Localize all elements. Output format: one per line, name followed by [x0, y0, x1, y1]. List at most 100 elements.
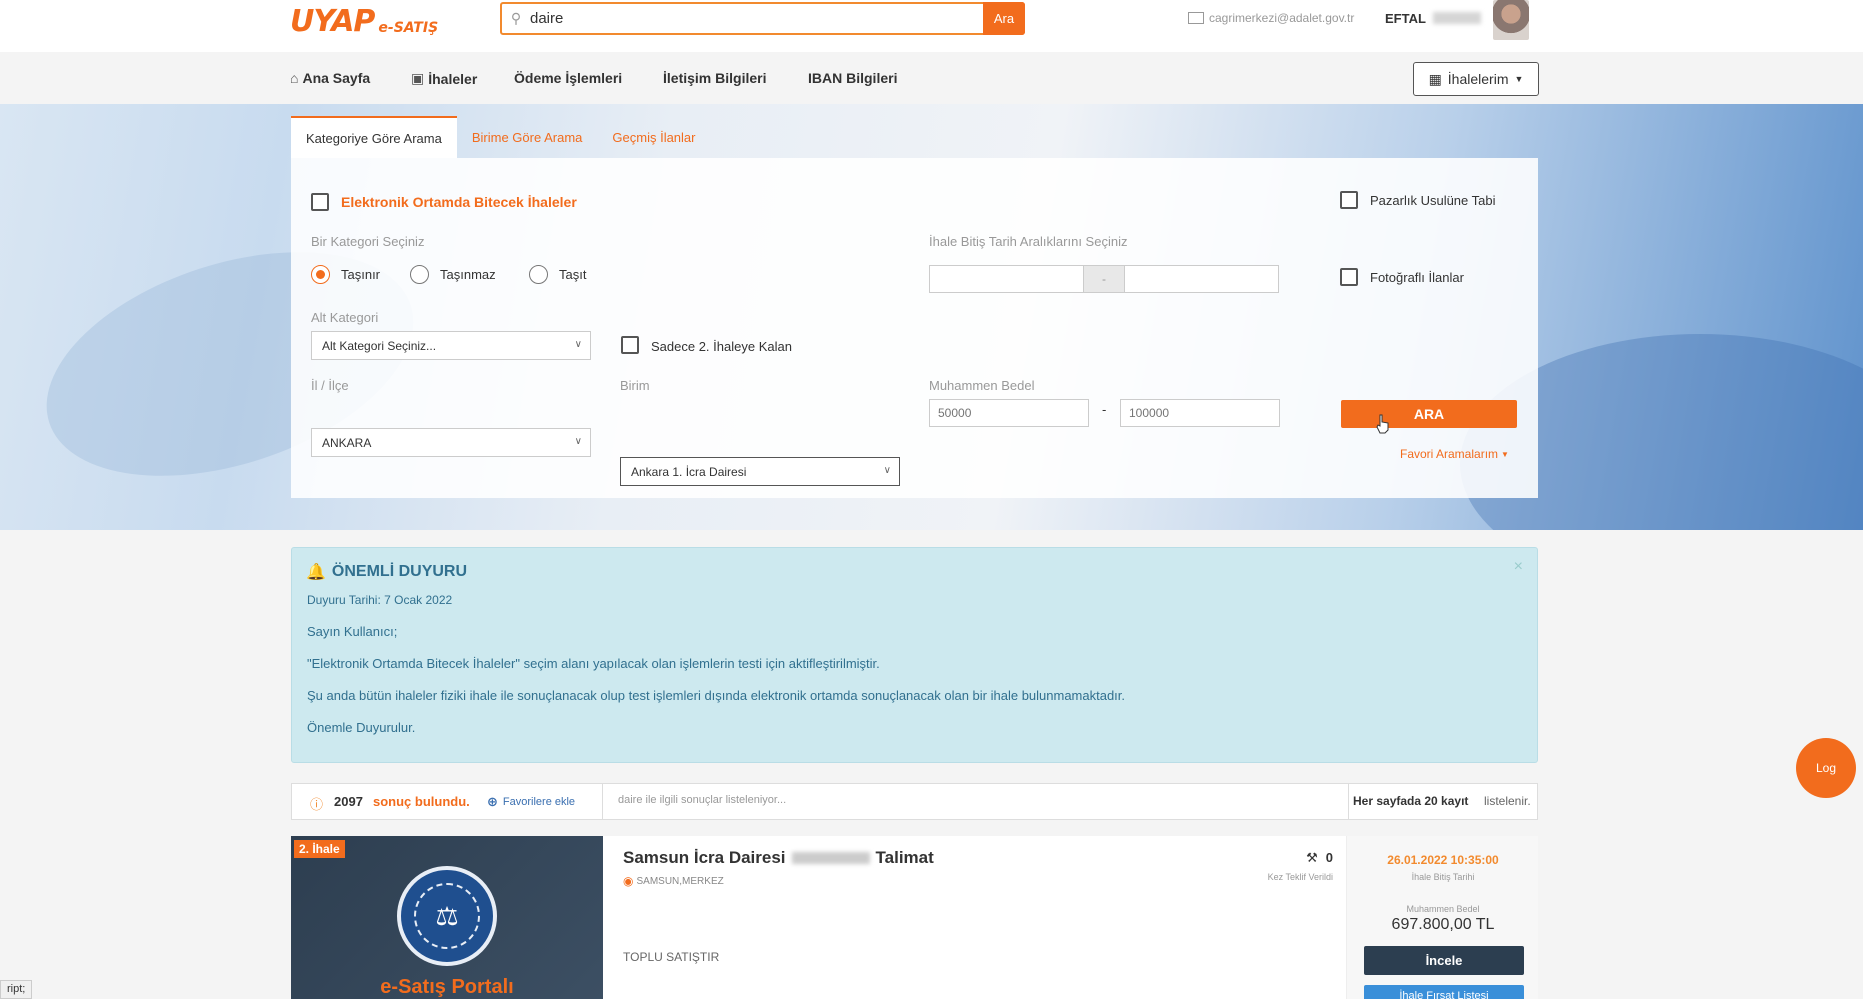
offer-count-value: 0 [1325, 850, 1333, 865]
subcategory-select[interactable]: Alt Kategori Seçiniz... ∨ [311, 331, 591, 360]
hand-cursor-icon [1376, 414, 1389, 434]
auction-title-prefix: Samsun İcra Dairesi [623, 848, 786, 867]
auction-file-number-blurred [791, 852, 870, 864]
favorite-searches-link[interactable]: Favori Aramalarım ▼ [1400, 447, 1509, 461]
radio-immovable-label: Taşınmaz [440, 267, 496, 282]
electronic-label: Elektronik Ortamda Bitecek İhaleler [341, 194, 577, 210]
search-panel: Elektronik Ortamda Bitecek İhaleler Paza… [291, 158, 1538, 498]
auction-side-panel: 26.01.2022 10:35:00 İhale Bitiş Tarihi M… [1346, 836, 1538, 999]
estimated-price: 697.800,00 TL [1391, 916, 1495, 933]
contact-email[interactable]: cagrimerkezi@adalet.gov.tr [1188, 11, 1354, 25]
bell-icon: 🔔 [306, 564, 326, 581]
chevron-down-icon: ▼ [1514, 74, 1524, 84]
divider [602, 784, 603, 819]
calendar-icon: ▦ [1428, 70, 1442, 87]
date-separator: - [1084, 265, 1124, 293]
map-pin-icon: ◉ [623, 874, 634, 888]
scales-icon: ⚖ [414, 883, 480, 949]
top-header: UYAP e-SATIŞ ⚲ Ara cagrimerkezi@adalet.g… [0, 0, 1863, 52]
chevron-down-icon: ∨ [883, 465, 891, 476]
ministry-seal-icon: ⚖ [397, 866, 497, 966]
auction-round-badge: 2. İhale [294, 840, 345, 858]
estimate-separator: - [1102, 402, 1107, 417]
nav-contact[interactable]: İletişim Bilgileri [663, 70, 766, 86]
unit-value: Ankara 1. İcra Dairesi [631, 464, 747, 479]
divider [1348, 784, 1349, 819]
province-select[interactable]: ANKARA ∨ [311, 428, 591, 457]
add-favorites-label: Favorilere ekle [502, 796, 576, 808]
email-text: cagrimerkezi@adalet.gov.tr [1209, 11, 1355, 25]
chevron-down-icon: ∨ [574, 339, 582, 350]
date-end-input[interactable] [1124, 265, 1279, 293]
result-count: 2097 [334, 794, 363, 809]
electronic-checkbox[interactable] [311, 193, 329, 211]
offer-count-block: ⚒ 0 Kez Teklif Verildi [1253, 850, 1333, 882]
home-icon: ⌂ [290, 70, 299, 86]
cube-icon: ▣ [411, 70, 425, 86]
filter-search-button[interactable]: ARA [1341, 400, 1517, 428]
estimate-label: Muhammen Bedel [929, 378, 1035, 393]
per-page-text[interactable]: Her sayfada 20 kayıt [1353, 794, 1468, 808]
tab-past-listings[interactable]: Geçmiş İlanlar [597, 116, 710, 158]
nav-home-label: Ana Sayfa [302, 70, 371, 86]
avatar[interactable] [1493, 0, 1529, 40]
auction-list-button[interactable]: İhale Fırsat Listesi [1364, 985, 1524, 999]
auction-description: TOPLU SATIŞTIR [623, 950, 720, 964]
estimate-max-input[interactable] [1120, 399, 1280, 427]
my-bids-button[interactable]: ▦ İhalelerim ▼ [1413, 62, 1539, 96]
unit-select[interactable]: Ankara 1. İcra Dairesi ∨ [620, 457, 900, 486]
search-input[interactable] [530, 4, 1023, 33]
auction-location-text: SAMSUN,MERKEZ [636, 875, 724, 887]
second-auction-checkbox[interactable] [621, 336, 639, 354]
estimated-price-label: Muhammen Bedel [1406, 904, 1480, 914]
radio-vehicle[interactable] [529, 265, 548, 284]
radio-vehicle-label: Taşıt [559, 267, 587, 282]
nav-auctions[interactable]: ▣ İhaleler [411, 70, 477, 87]
log-floating-button[interactable]: Log [1796, 738, 1856, 798]
notice-title-text: ÖNEMLİ DUYURU [331, 563, 468, 580]
province-value: ANKARA [322, 435, 372, 450]
radio-immovable[interactable] [410, 265, 429, 284]
favorite-searches-label: Favori Aramalarım [1400, 447, 1499, 461]
bargain-checkbox[interactable] [1340, 191, 1358, 209]
notice-line: Şu anda bütün ihaleler fiziki ihale ile … [307, 688, 1126, 703]
auction-end-date: 26.01.2022 10:35:00 [1387, 853, 1499, 867]
uyap-logo[interactable]: UYAP e-SATIŞ [290, 4, 438, 39]
category-label: Bir Kategori Seçiniz [311, 234, 425, 249]
auction-end-date-label: İhale Bitiş Tarihi [1411, 872, 1475, 882]
photo-label: Fotoğraflı İlanlar [1370, 270, 1464, 285]
tab-unit-search[interactable]: Birime Göre Arama [457, 116, 598, 158]
nav-payments[interactable]: Ödeme İşlemleri [514, 70, 622, 86]
result-found-text: sonuç bulundu. [373, 794, 470, 809]
notice-line: Sayın Kullanıcı; [307, 624, 398, 639]
nav-home[interactable]: ⌂ Ana Sayfa [290, 70, 370, 86]
auction-location: ◉ SAMSUN,MERKEZ [623, 874, 724, 888]
search-button[interactable]: Ara [983, 2, 1025, 35]
photo-checkbox[interactable] [1340, 268, 1358, 286]
date-start-input[interactable] [929, 265, 1084, 293]
portal-title: e-Satış Portalı [380, 976, 514, 998]
radio-movable-label: Taşınır [341, 267, 381, 282]
notice-line: Önemle Duyurulur. [307, 720, 416, 735]
tab-category-search[interactable]: Kategoriye Göre Arama [291, 116, 457, 158]
province-label: İl / İlçe [311, 378, 349, 393]
user-name[interactable]: EFTAL [1385, 11, 1426, 26]
auction-card[interactable]: 2. İhale ⚖ e-Satış Portalı Samsun İcra D… [291, 836, 1538, 999]
notice-date: Duyuru Tarihi: 7 Ocak 2022 [307, 593, 453, 607]
date-range-label: İhale Bitiş Tarih Aralıklarını Seçiniz [929, 234, 1128, 249]
estimate-min-input[interactable] [929, 399, 1089, 427]
auction-image[interactable]: 2. İhale ⚖ e-Satış Portalı [291, 836, 603, 999]
add-favorites-link[interactable]: ⊕ Favorilere ekle [487, 794, 575, 810]
per-page-suffix: listelenir. [1484, 794, 1531, 808]
subcategory-label: Alt Kategori [311, 310, 379, 325]
inspect-button[interactable]: İncele [1364, 946, 1524, 975]
search-tabs: Kategoriye Göre Arama Birime Göre Arama … [291, 116, 710, 158]
results-info-text: daire ile ilgili sonuçlar listeleniyor..… [618, 794, 787, 806]
nav-contact-label: İletişim Bilgileri [663, 70, 767, 86]
nav-iban[interactable]: IBAN Bilgileri [808, 70, 897, 86]
logo-sub-text: e-SATIŞ [378, 20, 439, 36]
global-search: ⚲ [500, 2, 1025, 35]
close-icon[interactable]: × [1514, 558, 1523, 576]
radio-movable[interactable] [311, 265, 330, 284]
auction-title[interactable]: Samsun İcra Dairesi Talimat [623, 848, 934, 868]
